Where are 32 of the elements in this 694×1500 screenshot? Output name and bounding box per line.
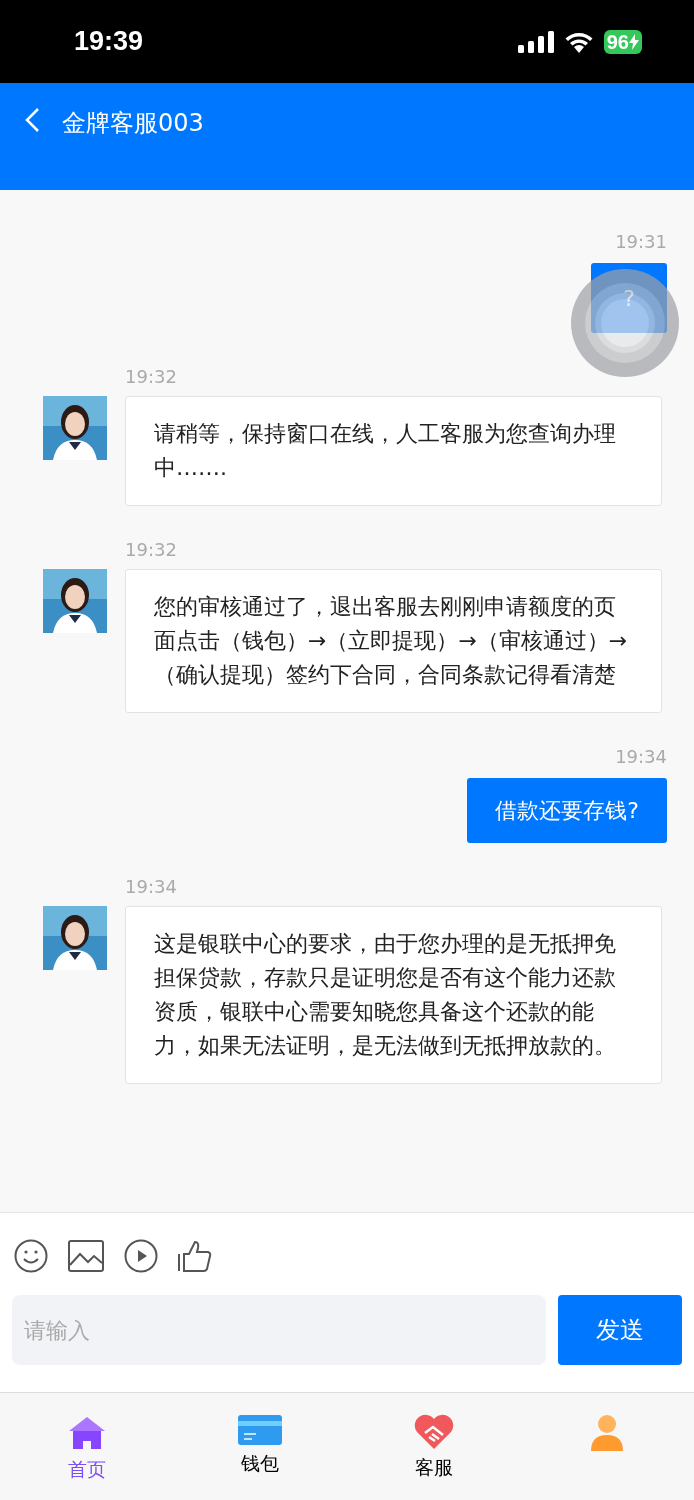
message-time: 19:34 bbox=[125, 875, 178, 899]
back-icon[interactable] bbox=[24, 107, 40, 133]
bolt-icon bbox=[629, 33, 639, 50]
battery-indicator: 96 bbox=[603, 29, 642, 54]
card-icon bbox=[238, 1413, 283, 1447]
tab-item[interactable]: 客服 bbox=[347, 1413, 521, 1482]
wifi-icon bbox=[563, 30, 594, 53]
status-time: 19:39 bbox=[74, 25, 144, 59]
emoji-icon[interactable] bbox=[14, 1239, 48, 1273]
message-time: 19:34 bbox=[615, 745, 667, 769]
play-icon[interactable] bbox=[124, 1239, 158, 1273]
message-bubble: 借款还要存钱? bbox=[467, 778, 667, 843]
tab-item[interactable]: 钱包 bbox=[173, 1413, 347, 1478]
message-bubble: 请稍等，保持窗口在线，人工客服为您查询办理中……. bbox=[125, 396, 662, 506]
image-icon[interactable] bbox=[68, 1240, 104, 1272]
message-bubble: 您的审核通过了，退出客服去刚刚申请额度的页面点击（钱包）→（立即提现）→（审核通过）→（确认提现）签约下合同，合同条款记得看清楚 bbox=[125, 569, 662, 713]
tab-item[interactable]: 首页 bbox=[0, 1413, 174, 1484]
chat-title: 金牌客服003 bbox=[62, 108, 204, 139]
avatar bbox=[43, 569, 107, 633]
signal-icon bbox=[517, 30, 554, 53]
heart-icon bbox=[412, 1413, 455, 1451]
avatar bbox=[43, 396, 107, 460]
avatar bbox=[43, 906, 107, 970]
person-icon bbox=[589, 1413, 626, 1453]
send-button[interactable]: 发送 bbox=[558, 1295, 682, 1365]
message-time: 19:31 bbox=[615, 230, 667, 254]
message-time: 19:32 bbox=[125, 538, 178, 562]
thumbs-up-icon[interactable] bbox=[178, 1239, 212, 1273]
floating-touch-button[interactable] bbox=[571, 269, 679, 377]
message-bubble: 这是银联中心的要求，由于您办理的是无抵押免担保贷款，存款只是证明您是否有这个能力还款资质，银联中心需要知晓您具备这个还款的能力，如果无法证明，是无法做到无抵押放款的。 bbox=[125, 906, 662, 1084]
message-time: 19:32 bbox=[125, 365, 178, 389]
message-input[interactable]: 请输入 bbox=[12, 1295, 546, 1365]
